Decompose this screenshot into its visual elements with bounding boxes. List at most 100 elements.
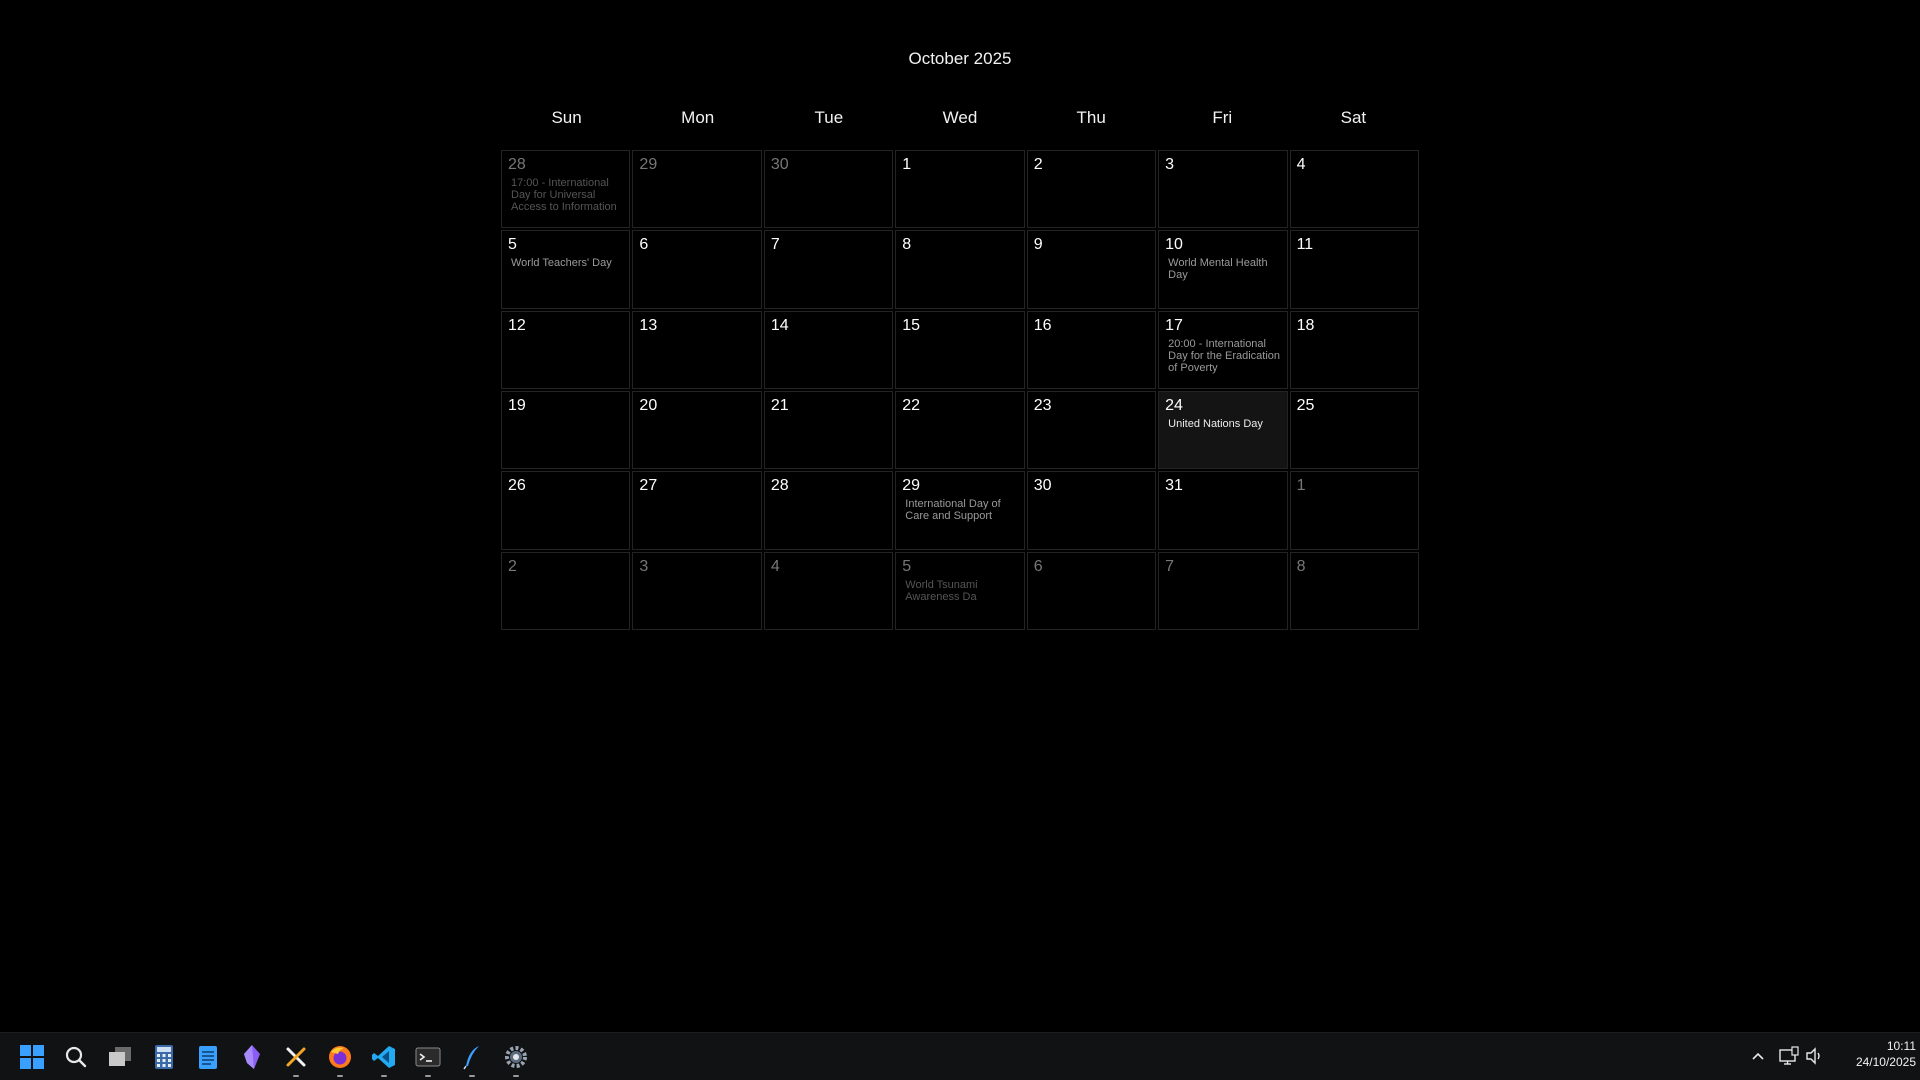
day-cell[interactable]: 7 (1158, 551, 1288, 630)
vscode-icon[interactable] (368, 1041, 400, 1077)
day-cell-today[interactable]: 24 United Nations Day (1158, 391, 1288, 470)
tools-icon[interactable] (280, 1041, 312, 1077)
purple-gem-icon[interactable] (236, 1041, 268, 1073)
day-cell[interactable]: 5 World Tsunami Awareness Da (895, 551, 1025, 630)
running-indicator (381, 1075, 387, 1077)
day-number: 14 (770, 316, 789, 334)
day-number: 15 (902, 316, 921, 334)
day-cell[interactable]: 21 (763, 391, 894, 470)
day-number: 23 (1033, 397, 1052, 414)
day-cell[interactable]: 6 (1026, 551, 1157, 630)
day-event: United Nations Day (1168, 418, 1263, 430)
feather-icon[interactable] (456, 1041, 488, 1077)
day-cell[interactable]: 26 (501, 471, 631, 550)
day-cell[interactable]: 16 (1026, 310, 1157, 389)
day-event: World Tsunami Awareness Da (905, 578, 978, 603)
day-cell[interactable]: 18 (1289, 310, 1419, 389)
day-cell[interactable]: 3 (632, 551, 762, 630)
day-cell[interactable]: 20 (632, 391, 762, 470)
running-indicator (469, 1075, 475, 1077)
month-title: October 2025 (908, 49, 1012, 68)
day-cell[interactable]: 9 (1026, 230, 1157, 309)
day-cell[interactable]: 2 (1026, 150, 1157, 229)
day-cell[interactable]: 30 (1026, 471, 1157, 550)
day-number: 18 (1296, 316, 1315, 334)
system-clock[interactable]: 10:11 24/10/2025 (1828, 1038, 1916, 1070)
day-cell[interactable]: 14 (763, 310, 894, 389)
day-cell[interactable]: 3 (1158, 150, 1288, 229)
terminal-icon[interactable] (412, 1041, 444, 1077)
day-cell[interactable]: 31 (1158, 471, 1288, 550)
day-cell[interactable]: 30 (763, 150, 894, 229)
day-cell[interactable]: 1 (1289, 471, 1419, 550)
day-cell[interactable]: 27 (632, 471, 762, 550)
day-cell[interactable]: 8 (895, 230, 1025, 309)
day-number: 31 (1165, 477, 1183, 495)
day-number: 6 (639, 236, 649, 254)
day-number: 30 (770, 156, 789, 173)
day-number: 28 (508, 156, 526, 173)
day-cell[interactable]: 8 (1289, 551, 1419, 630)
day-cell[interactable]: 17 20:00 - International Day for the Erad… (1158, 310, 1288, 389)
volume-icon[interactable] (1804, 1045, 1824, 1067)
weekday-sun: Sun (551, 108, 582, 127)
day-cell[interactable]: 10 World Mental Health Day (1158, 230, 1288, 309)
day-number: 19 (508, 397, 526, 414)
day-number: 29 (902, 477, 921, 495)
day-event: 20:00 - International Day for the Eradic… (1168, 337, 1281, 374)
day-cell[interactable]: 12 (501, 310, 631, 389)
day-number: 30 (1033, 477, 1052, 495)
day-cell[interactable]: 7 (763, 230, 894, 309)
day-number: 20 (639, 397, 658, 414)
chevron-up-icon[interactable] (1748, 1046, 1768, 1066)
day-cell[interactable]: 28 17:00 - International Day for Universa… (501, 150, 631, 229)
calculator-icon[interactable] (148, 1041, 180, 1073)
settings-gear-icon[interactable] (500, 1041, 532, 1077)
day-number: 2 (508, 557, 517, 575)
day-number: 1 (1296, 477, 1306, 495)
day-cell[interactable]: 13 (632, 310, 762, 389)
running-indicator (513, 1075, 519, 1077)
day-cell[interactable]: 28 (763, 471, 894, 550)
running-indicator (293, 1075, 299, 1077)
day-number: 4 (1296, 156, 1306, 173)
running-indicator (425, 1075, 431, 1077)
day-cell[interactable]: 1 (895, 150, 1025, 229)
day-number: 13 (639, 316, 658, 334)
weekday-thu: Thu (1076, 108, 1106, 127)
day-cell[interactable]: 23 (1026, 391, 1157, 470)
task-view-icon[interactable] (104, 1041, 136, 1073)
day-number: 2 (1033, 156, 1043, 173)
firefox-icon[interactable] (324, 1041, 356, 1077)
calendar-grid: 28 17:00 - International Day for Universa… (501, 150, 1419, 630)
day-number: 6 (1033, 557, 1043, 575)
day-number: 5 (902, 557, 912, 575)
weekday-header-row: Sun Mon Tue Wed Thu Fri Sat (501, 108, 1419, 132)
windows-start-icon[interactable] (16, 1041, 48, 1073)
day-number: 16 (1033, 316, 1052, 334)
day-cell[interactable]: 29 (632, 150, 762, 229)
day-number: 5 (508, 236, 517, 254)
day-cell[interactable]: 29 International Day of Care and Support (895, 471, 1025, 550)
day-cell[interactable]: 5 World Teachers' Day (501, 230, 631, 309)
day-cell[interactable]: 22 (895, 391, 1025, 470)
day-number: 7 (770, 236, 780, 254)
day-cell[interactable]: 6 (632, 230, 762, 309)
day-cell[interactable]: 11 (1289, 230, 1419, 309)
weekday-sat: Sat (1340, 108, 1367, 127)
day-number: 11 (1296, 236, 1314, 254)
day-number: 25 (1296, 397, 1315, 414)
day-cell[interactable]: 19 (501, 391, 631, 470)
day-cell[interactable]: 25 (1289, 391, 1419, 470)
day-cell[interactable]: 2 (501, 551, 631, 630)
search-icon[interactable] (60, 1041, 92, 1073)
running-indicator (337, 1075, 343, 1077)
notepad-icon[interactable] (192, 1041, 224, 1073)
day-cell[interactable]: 4 (1289, 150, 1419, 229)
network-icon[interactable] (1778, 1045, 1800, 1067)
day-cell[interactable]: 4 (763, 551, 894, 630)
day-number: 22 (902, 397, 921, 414)
day-number: 8 (902, 236, 912, 254)
day-cell[interactable]: 15 (895, 310, 1025, 389)
day-number: 12 (508, 316, 526, 334)
